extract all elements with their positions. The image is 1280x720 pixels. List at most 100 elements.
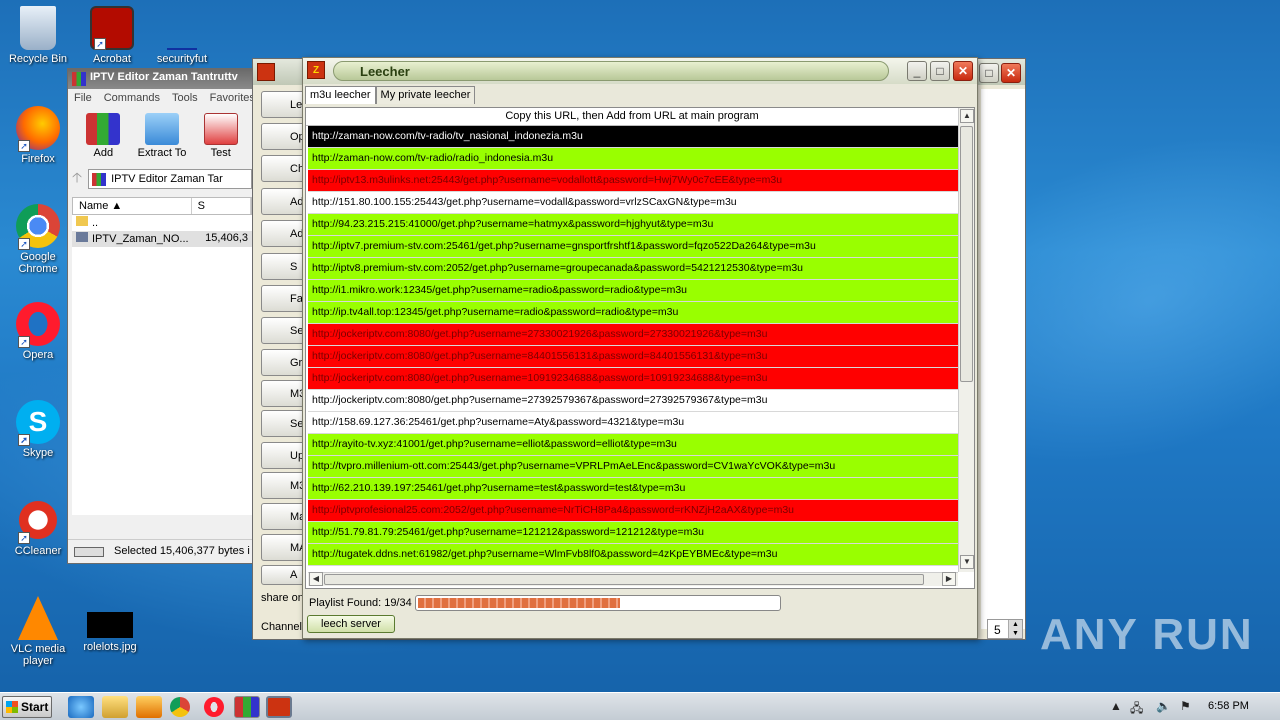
url-row[interactable]: http://158.69.127.36:25461/get.php?usern… [308,412,958,434]
menu-favorites[interactable]: Favorites [210,92,255,106]
url-row[interactable]: http://94.23.215.215:41000/get.php?usern… [308,214,958,236]
maximize-button[interactable]: □ [979,63,999,83]
desktop-icon-acrobat[interactable]: ➚ Acrobat [74,6,150,65]
shortcut-arrow-icon: ➚ [18,532,30,544]
file-list-header: Name ▲ S [72,197,252,215]
url-row[interactable]: http://jockeriptv.com:8080/get.php?usern… [308,390,958,412]
file-size: 15,406,3 [205,232,248,244]
channel-spinner[interactable]: 5 ▲ ▼ [987,619,1023,639]
file-row[interactable]: IPTV_Zaman_NO... 15,406,3 [72,231,252,247]
toolbar: Add Extract To Test [68,109,256,165]
iptv-editor-taskbar-icon[interactable] [266,696,292,718]
start-button[interactable]: Start [2,696,52,718]
desktop-icon-ccleaner[interactable]: ➚ CCleaner [0,498,76,557]
ccleaner-icon: ➚ [16,498,60,544]
show-hidden-icons-icon[interactable]: ▲ [1110,699,1122,713]
tab-m3u-leecher[interactable]: m3u leecher [305,86,376,104]
vertical-scrollbar[interactable]: ▲ ▼ [958,108,974,572]
column-name[interactable]: Name ▲ [73,198,192,214]
network-icon[interactable]: 🖧 [1130,699,1143,720]
desktop-icon-skype[interactable]: S ➚ Skype [0,400,76,459]
desktop-icon-recycle-bin[interactable]: Recycle Bin [0,6,76,65]
menu-file[interactable]: File [74,92,92,106]
url-row[interactable]: http://jockeriptv.com:8080/get.php?usern… [308,368,958,390]
scroll-left-icon[interactable]: ◀ [309,572,323,586]
desktop-icon-rolelots[interactable]: rolelots.jpg [72,612,148,653]
url-row[interactable]: http://rayito-tv.xyz:41001/get.php?usern… [308,434,958,456]
desktop-icon-firefox[interactable]: ➚ Firefox [0,106,76,165]
ie-icon[interactable] [68,696,94,718]
up-arrow-icon[interactable]: 🡡 [72,167,82,191]
action-center-flag-icon[interactable]: ⚑ [1180,699,1191,713]
desktop-icon-vlc[interactable]: VLC media player [0,596,76,667]
path-text: IPTV Editor Zaman Tar [111,173,223,185]
menu-commands[interactable]: Commands [104,92,160,106]
winrar-taskbar-icon[interactable] [234,696,260,718]
test-button[interactable]: Test [193,113,248,161]
maximize-button[interactable]: □ [930,61,950,81]
taskbar-clock[interactable]: 6:58 PM [1208,700,1249,712]
url-row[interactable]: http://tugatek.ddns.net:61982/get.php?us… [308,544,958,566]
explorer-icon[interactable] [102,696,128,718]
hscroll-thumb[interactable] [324,574,924,585]
iptv-editor-archive-window[interactable]: IPTV Editor Zaman Tantruttv File Command… [67,68,257,564]
url-row[interactable]: http://51.79.81.79:25461/get.php?usernam… [308,522,958,544]
url-row[interactable]: http://ip.tv4all.top:12345/get.php?usern… [308,302,958,324]
close-button[interactable]: ✕ [953,61,973,81]
status-bar: Selected 15,406,377 bytes i [68,539,256,563]
exe-file-icon [76,232,88,242]
column-name-label: Name [79,200,109,212]
opera-taskbar-icon[interactable] [204,697,224,717]
tab-my-private-leecher[interactable]: My private leecher [375,86,476,104]
file-row[interactable]: .. [72,215,252,231]
scroll-down-icon[interactable]: ▼ [960,555,974,569]
spinner-arrows-icon[interactable]: ▲ ▼ [1008,620,1022,638]
scroll-up-icon[interactable]: ▲ [960,109,974,123]
leecher-tabs: m3u leecher My private leecher [305,86,476,104]
desktop-icon-label: rolelots.jpg [83,641,137,653]
desktop-icon-label: securityfut [156,53,208,65]
desktop-icon-opera[interactable]: ➚ Opera [0,302,76,361]
url-row[interactable]: http://zaman-now.com/tv-radio/tv_nasiona… [308,126,958,148]
url-row[interactable]: http://jockeriptv.com:8080/get.php?usern… [308,324,958,346]
path-field[interactable]: IPTV Editor Zaman Tar [88,169,252,189]
minimize-button[interactable]: _ [907,61,927,81]
scroll-thumb[interactable] [960,126,973,382]
leecher-title-bar[interactable]: Z Leecher _ □ ✕ [303,58,977,84]
menu-bar: File Commands Tools Favorites [68,89,256,109]
url-row[interactable]: http://iptv8.premium-stv.com:2052/get.ph… [308,258,958,280]
add-button[interactable]: Add [76,113,131,161]
column-size[interactable]: S [192,198,251,214]
start-label: Start [21,700,49,714]
volume-icon[interactable]: 🔈 [1156,699,1171,713]
url-row[interactable]: http://iptv7.premium-stv.com:25461/get.p… [308,236,958,258]
menu-tools[interactable]: Tools [172,92,198,106]
url-row[interactable]: http://iptv13.m3ulinks.net:25443/get.php… [308,170,958,192]
url-row[interactable]: http://tvpro.millenium-ott.com:25443/get… [308,456,958,478]
chrome-icon: ➚ [16,204,60,250]
chrome-taskbar-icon[interactable] [170,697,190,717]
anyrun-watermark: ANY RUN [1040,610,1254,659]
scroll-right-icon[interactable]: ▶ [942,572,956,586]
media-player-icon[interactable] [136,696,162,718]
horizontal-scrollbar[interactable]: ◀ ▶ [308,572,958,586]
url-row[interactable]: http://62.210.139.197:25461/get.php?user… [308,478,958,500]
playlist-found-label: Playlist Found: 19/34 [309,597,412,609]
url-list[interactable]: http://zaman-now.com/tv-radio/tv_nasiona… [308,126,958,572]
add-label: Add [93,147,114,159]
url-row[interactable]: http://jockeriptv.com:8080/get.php?usern… [308,346,958,368]
url-row[interactable]: http://151.80.100.155:25443/get.php?user… [308,192,958,214]
extract-to-button[interactable]: Extract To [135,113,190,161]
archive-icon [92,173,107,186]
desktop-icon-chrome[interactable]: ➚ Google Chrome [0,204,76,275]
window-title-bar[interactable]: IPTV Editor Zaman Tantruttv [68,69,256,89]
close-button[interactable]: ✕ [1001,63,1021,83]
desktop-icon-label: Firefox [21,153,55,165]
leecher-window[interactable]: Z Leecher _ □ ✕ m3u leecher My private l… [302,57,978,639]
desktop-icon-securityfut[interactable]: securityfut [144,6,220,65]
shortcut-arrow-icon: ➚ [18,336,30,348]
url-row[interactable]: http://zaman-now.com/tv-radio/radio_indo… [308,148,958,170]
url-row[interactable]: http://i1.mikro.work:12345/get.php?usern… [308,280,958,302]
url-row[interactable]: http://iptvprofesional25.com:2052/get.ph… [308,500,958,522]
leech-server-button[interactable]: leech server [307,615,395,633]
